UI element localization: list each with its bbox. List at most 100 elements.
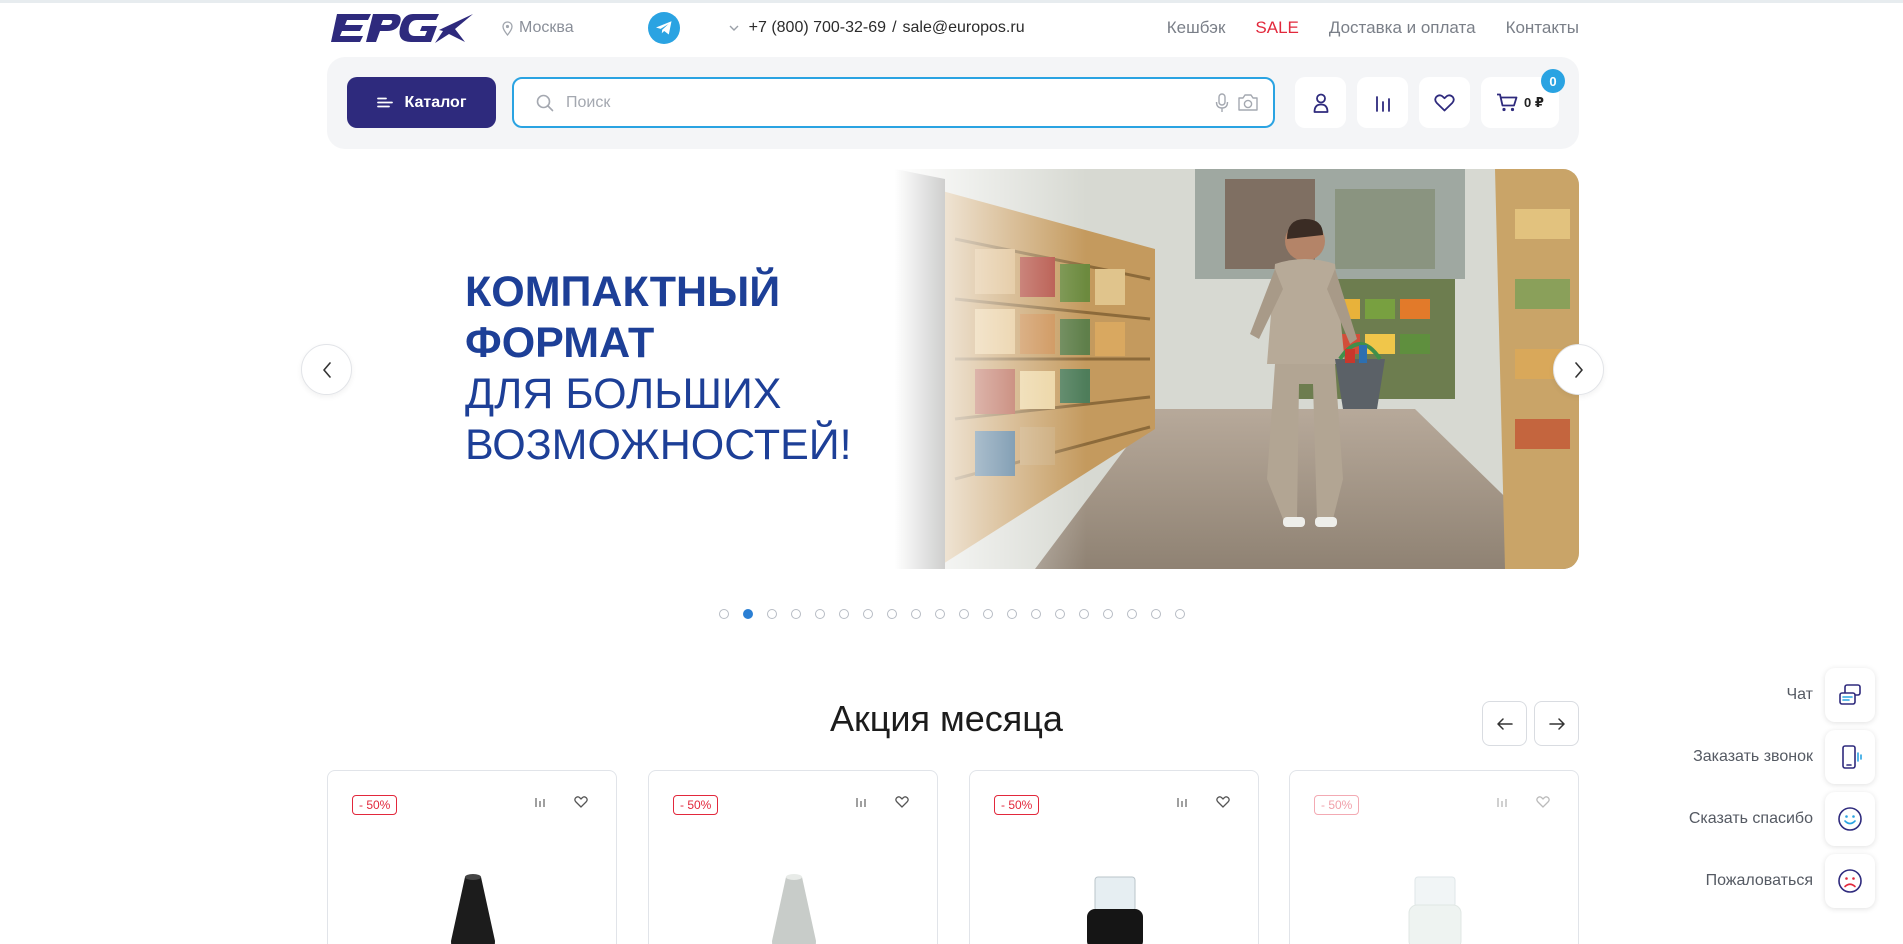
product-image-clip-holder bbox=[1087, 876, 1143, 944]
smile-icon bbox=[1838, 807, 1862, 831]
banner-line-4: ВОЗМОЖНОСТЕЙ! bbox=[465, 421, 852, 469]
heart-icon[interactable] bbox=[574, 796, 588, 808]
arrow-right-icon bbox=[1548, 717, 1565, 730]
widget-chat-button[interactable] bbox=[1825, 668, 1875, 722]
banner-line-1: КОМПАКТНЫЙ bbox=[465, 268, 781, 316]
phone-icon bbox=[1842, 745, 1862, 769]
banner-dot[interactable] bbox=[1055, 609, 1065, 619]
banner-pagination bbox=[719, 609, 1185, 619]
city-selector[interactable]: Москва bbox=[502, 19, 574, 37]
banner-dot[interactable] bbox=[935, 609, 945, 619]
banner-dot[interactable] bbox=[839, 609, 849, 619]
telegram-icon bbox=[655, 21, 672, 35]
discount-badge: - 50% bbox=[352, 795, 398, 815]
widget-callback[interactable]: Заказать звонок bbox=[1680, 730, 1875, 784]
email-link[interactable]: sale@europos.ru bbox=[903, 19, 1025, 37]
search-input[interactable] bbox=[566, 93, 1186, 112]
heart-icon[interactable] bbox=[1536, 796, 1550, 808]
search-toolbar: Каталог Поиск 0 ₽ 0 bbox=[327, 57, 1579, 149]
promo-next-button[interactable] bbox=[1534, 701, 1579, 746]
heart-icon[interactable] bbox=[1216, 796, 1230, 808]
banner-line-2: ФОРМАТ bbox=[465, 319, 655, 367]
hero-banner[interactable]: КОМПАКТНЫЙ ФОРМАТ ДЛЯ БОЛЬШИХ ВОЗМОЖНОСТ… bbox=[327, 169, 1579, 569]
catalog-label: Каталог bbox=[404, 93, 467, 111]
menu-icon bbox=[376, 97, 393, 108]
product-card[interactable]: - 50% bbox=[648, 770, 938, 944]
banner-dot[interactable] bbox=[959, 609, 969, 619]
top-bar: Москва +7 (800) 700-32-69 / sale@europos… bbox=[327, 8, 1579, 48]
contacts-block[interactable]: +7 (800) 700-32-69 / sale@europos.ru bbox=[729, 19, 1025, 37]
widget-thanks-button[interactable] bbox=[1825, 792, 1875, 846]
banner-next-button[interactable] bbox=[1553, 344, 1604, 395]
widget-callback-label: Заказать звонок bbox=[1693, 748, 1813, 765]
cart-count-badge: 0 bbox=[1541, 69, 1565, 93]
promo-prev-button[interactable] bbox=[1482, 701, 1527, 746]
banner-dot[interactable] bbox=[983, 609, 993, 619]
banner-line-3: ДЛЯ БОЛЬШИХ bbox=[465, 370, 782, 418]
banner-dot[interactable] bbox=[1103, 609, 1113, 619]
city-label: Москва bbox=[519, 19, 574, 36]
banner-dot[interactable] bbox=[1175, 609, 1185, 619]
top-links: Кешбэк SALE Доставка и оплата Контакты bbox=[1167, 18, 1579, 38]
link-delivery[interactable]: Доставка и оплата bbox=[1329, 18, 1476, 38]
banner-dot[interactable] bbox=[1079, 609, 1089, 619]
compare-icon[interactable] bbox=[1496, 796, 1508, 808]
product-image-clear-clip bbox=[1408, 876, 1462, 944]
discount-badge: - 50% bbox=[673, 795, 719, 815]
product-card[interactable]: - 50% bbox=[969, 770, 1259, 944]
compare-icon[interactable] bbox=[855, 796, 867, 808]
sad-face-icon bbox=[1838, 869, 1862, 893]
compare-button[interactable] bbox=[1357, 77, 1408, 128]
widget-thanks[interactable]: Сказать спасибо bbox=[1680, 792, 1875, 846]
banner-dot[interactable] bbox=[1007, 609, 1017, 619]
banner-dot[interactable] bbox=[1031, 609, 1041, 619]
location-pin-icon bbox=[502, 20, 513, 36]
widget-chat-label: Чат bbox=[1786, 686, 1813, 703]
favorites-button[interactable] bbox=[1419, 77, 1470, 128]
discount-badge: - 50% bbox=[994, 795, 1040, 815]
product-image-black-cone bbox=[451, 874, 495, 944]
phone-link[interactable]: +7 (800) 700-32-69 bbox=[749, 19, 886, 37]
banner-dot[interactable] bbox=[1127, 609, 1137, 619]
compare-icon[interactable] bbox=[534, 796, 546, 808]
company-logo[interactable] bbox=[327, 10, 473, 46]
link-sale[interactable]: SALE bbox=[1255, 18, 1298, 38]
profile-button[interactable] bbox=[1295, 77, 1346, 128]
banner-dot[interactable] bbox=[743, 609, 753, 619]
widget-complain-label: Пожаловаться bbox=[1705, 872, 1813, 889]
product-card[interactable]: - 50% bbox=[327, 770, 617, 944]
banner-dot[interactable] bbox=[791, 609, 801, 619]
banner-prev-button[interactable] bbox=[301, 344, 352, 395]
microphone-icon[interactable] bbox=[1215, 93, 1229, 113]
banner-dot[interactable] bbox=[887, 609, 897, 619]
banner-dot[interactable] bbox=[815, 609, 825, 619]
section-title-promo: Акция месяца bbox=[830, 698, 1063, 739]
chevron-left-icon bbox=[322, 361, 331, 378]
product-card[interactable]: - 50% bbox=[1289, 770, 1579, 944]
banner-dot[interactable] bbox=[767, 609, 777, 619]
widget-chat[interactable]: Чат bbox=[1680, 668, 1875, 722]
product-image-white-cone bbox=[772, 874, 816, 944]
camera-icon[interactable] bbox=[1237, 93, 1259, 112]
banner-dot[interactable] bbox=[1151, 609, 1161, 619]
heart-icon[interactable] bbox=[895, 796, 909, 808]
banner-dot[interactable] bbox=[863, 609, 873, 619]
widget-complain[interactable]: Пожаловаться bbox=[1680, 854, 1875, 908]
user-icon bbox=[1313, 93, 1328, 113]
banner-dot[interactable] bbox=[911, 609, 921, 619]
cart-icon bbox=[1497, 93, 1518, 112]
compare-icon[interactable] bbox=[1176, 796, 1188, 808]
chevron-down-icon[interactable] bbox=[729, 25, 739, 32]
compare-chart-icon bbox=[1375, 95, 1390, 112]
catalog-button[interactable]: Каталог bbox=[347, 77, 496, 128]
link-contacts[interactable]: Контакты bbox=[1506, 18, 1579, 38]
widget-complain-button[interactable] bbox=[1825, 854, 1875, 908]
link-cashback[interactable]: Кешбэк bbox=[1167, 18, 1226, 38]
chevron-right-icon bbox=[1574, 361, 1583, 378]
chat-icon bbox=[1839, 684, 1861, 705]
contacts-separator: / bbox=[892, 19, 897, 36]
widget-callback-button[interactable] bbox=[1825, 730, 1875, 784]
banner-dot[interactable] bbox=[719, 609, 729, 619]
search-icon bbox=[536, 94, 554, 111]
telegram-button[interactable] bbox=[647, 12, 680, 44]
